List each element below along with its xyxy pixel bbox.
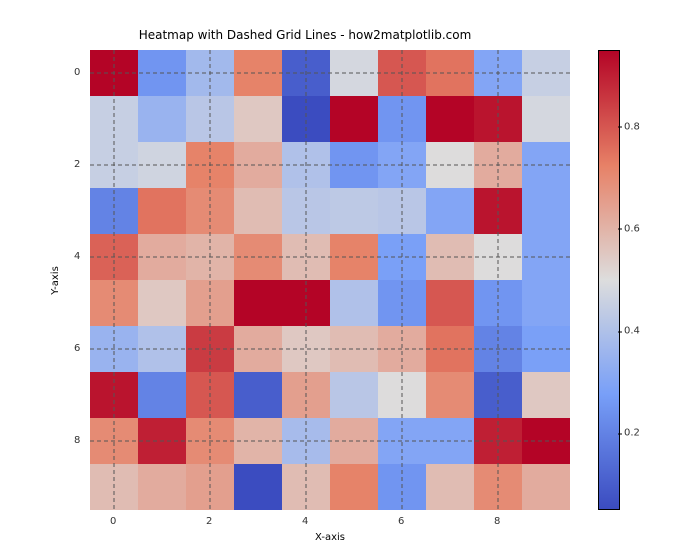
heatmap-axes [90,50,570,510]
colorbar-tick: 0.2 [624,428,640,439]
y-tick: 8 [74,435,80,446]
grid-lines-icon [90,50,570,510]
chart-title: Heatmap with Dashed Grid Lines - how2mat… [0,28,610,42]
colorbar-tick: 0.8 [624,121,640,132]
y-tick: 2 [74,159,80,170]
y-tick: 6 [74,343,80,354]
x-tick: 8 [494,516,500,527]
x-tick: 6 [398,516,404,527]
y-tick: 4 [74,251,80,262]
x-tick: 2 [206,516,212,527]
y-axis-label: Y-axis [48,50,62,510]
colorbar-tick: 0.6 [624,223,640,234]
x-tick: 0 [110,516,116,527]
x-axis-label: X-axis [90,532,570,543]
y-tick: 0 [74,67,80,78]
x-tick: 4 [302,516,308,527]
colorbar-tick: 0.4 [624,326,640,337]
colorbar [598,50,620,510]
figure: Heatmap with Dashed Grid Lines - how2mat… [0,0,700,560]
